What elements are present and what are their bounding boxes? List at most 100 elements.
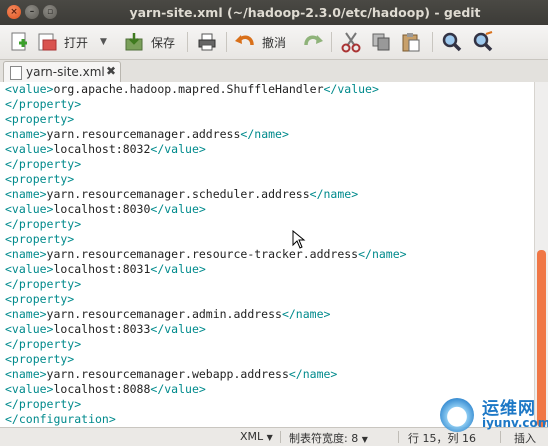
minimize-window-button[interactable]: – [25, 5, 39, 19]
open-button[interactable]: 打开 [36, 29, 88, 55]
scrollbar-thumb[interactable] [537, 250, 546, 427]
code-line: <name>yarn.resourcemanager.admin.address… [5, 307, 330, 322]
copy-button[interactable] [370, 29, 392, 55]
xml-tag: <value> [5, 262, 54, 276]
code-line: </property> [5, 97, 81, 112]
code-line: </property> [5, 157, 81, 172]
tab-yarn-site-xml[interactable]: yarn-site.xml ✖ [3, 61, 121, 83]
toolbar-separator [187, 32, 188, 52]
code-line: <property> [5, 112, 74, 127]
vertical-scrollbar[interactable] [534, 82, 548, 427]
save-button-label: 保存 [151, 35, 176, 50]
xml-tag: <property> [5, 112, 75, 126]
open-icon [38, 33, 57, 51]
toolbar-separator [226, 32, 227, 52]
xml-tag: <property> [5, 172, 75, 186]
redo-icon [304, 35, 323, 46]
close-window-button[interactable]: × [7, 5, 21, 19]
xml-text: localhost:8031 [53, 262, 151, 276]
paste-icon [402, 33, 420, 52]
xml-tag: </value> [323, 82, 379, 96]
status-separator [500, 431, 501, 443]
xml-tag: <value> [5, 142, 54, 156]
save-icon [125, 33, 143, 51]
undo-button-label: 撤消 [262, 35, 287, 50]
close-tab-icon[interactable]: ✖ [106, 64, 116, 78]
xml-tag: <property> [5, 352, 75, 366]
xml-tag: </property> [5, 337, 82, 351]
copy-icon [372, 33, 390, 51]
save-button[interactable]: 保存 [123, 29, 175, 55]
xml-tag: </property> [5, 97, 82, 111]
xml-tag: <name> [5, 187, 47, 201]
code-line: <name>yarn.resourcemanager.scheduler.add… [5, 187, 358, 202]
xml-text: yarn.resourcemanager.address [46, 127, 241, 141]
search-icon [442, 32, 462, 52]
maximize-window-button[interactable]: ▫ [43, 5, 57, 19]
document-icon [10, 66, 22, 80]
code-line: </property> [5, 277, 81, 292]
code-line: </property> [5, 397, 81, 412]
language-selector[interactable]: XML ▼ [240, 430, 273, 443]
code-line: <name>yarn.resourcemanager.webapp.addres… [5, 367, 337, 382]
cursor-position: 行 15，列 16 [408, 432, 476, 445]
text-editor[interactable]: <value>org.apache.hadoop.mapred.ShuffleH… [0, 82, 534, 427]
chevron-down-icon: ▼ [100, 37, 107, 47]
xml-tag: </name> [288, 367, 338, 381]
code-line: </property> [5, 217, 81, 232]
code-line: <property> [5, 352, 74, 367]
tab-width-label: 制表符宽度: 8 [289, 432, 359, 445]
xml-text: yarn.resourcemanager.admin.address [46, 307, 282, 321]
tab-strip: yarn-site.xml ✖ [0, 60, 548, 83]
chevron-down-icon: ▼ [266, 433, 273, 442]
open-recent-dropdown[interactable]: ▼ [100, 29, 107, 55]
code-line: <value>localhost:8031</value> [5, 262, 206, 277]
undo-icon [235, 35, 254, 46]
xml-tag: </property> [5, 217, 82, 231]
print-button[interactable] [196, 29, 218, 55]
cut-button[interactable] [340, 29, 362, 55]
code-line: </property> [5, 337, 81, 352]
xml-tag: </property> [5, 157, 82, 171]
code-line: <value>localhost:8088</value> [5, 382, 206, 397]
xml-tag: <value> [5, 202, 54, 216]
title-bar: × – ▫ yarn-site.xml (~/hadoop-2.3.0/etc/… [0, 0, 548, 25]
chevron-down-icon: ▼ [361, 435, 368, 444]
undo-button[interactable]: 撤消 [234, 29, 286, 55]
xml-tag: <value> [5, 382, 54, 396]
code-line: <property> [5, 232, 74, 247]
xml-tag: <name> [5, 307, 47, 321]
xml-tag: <value> [5, 82, 54, 96]
xml-tag: </value> [150, 262, 206, 276]
mouse-pointer-icon [292, 230, 306, 249]
xml-tag: </configuration> [5, 412, 116, 426]
xml-tag: <name> [5, 127, 47, 141]
find-replace-button[interactable] [472, 29, 494, 55]
window-title: yarn-site.xml (~/hadoop-2.3.0/etc/hadoop… [129, 5, 481, 20]
new-document-button[interactable] [8, 29, 30, 55]
xml-tag: <name> [5, 247, 47, 261]
minimize-icon: – [29, 7, 35, 17]
toolbar-separator [432, 32, 433, 52]
tab-width-selector[interactable]: 制表符宽度: 8 ▼ [289, 430, 368, 446]
code-line: <value>org.apache.hadoop.mapred.ShuffleH… [5, 82, 379, 97]
xml-tag: <property> [5, 292, 75, 306]
xml-text: yarn.resourcemanager.resource-tracker.ad… [46, 247, 359, 261]
xml-tag: </name> [309, 187, 359, 201]
cut-icon [341, 32, 361, 53]
code-line: <name>yarn.resourcemanager.address</name… [5, 127, 289, 142]
toolbar: 打开 ▼ 保存 撤消 [0, 25, 548, 60]
print-icon [198, 33, 216, 51]
paste-button[interactable] [400, 29, 422, 55]
xml-tag: </value> [150, 142, 206, 156]
code-line: <name>yarn.resourcemanager.resource-trac… [5, 247, 407, 262]
xml-tag: </name> [240, 127, 289, 141]
code-line: <value>localhost:8032</value> [5, 142, 206, 157]
xml-tag: </value> [150, 322, 206, 336]
status-separator [280, 431, 281, 443]
xml-text: localhost:8030 [53, 202, 151, 216]
redo-button[interactable] [302, 29, 324, 55]
code-line: <value>localhost:8033</value> [5, 322, 206, 337]
xml-tag: <value> [5, 322, 54, 336]
find-button[interactable] [441, 29, 463, 55]
